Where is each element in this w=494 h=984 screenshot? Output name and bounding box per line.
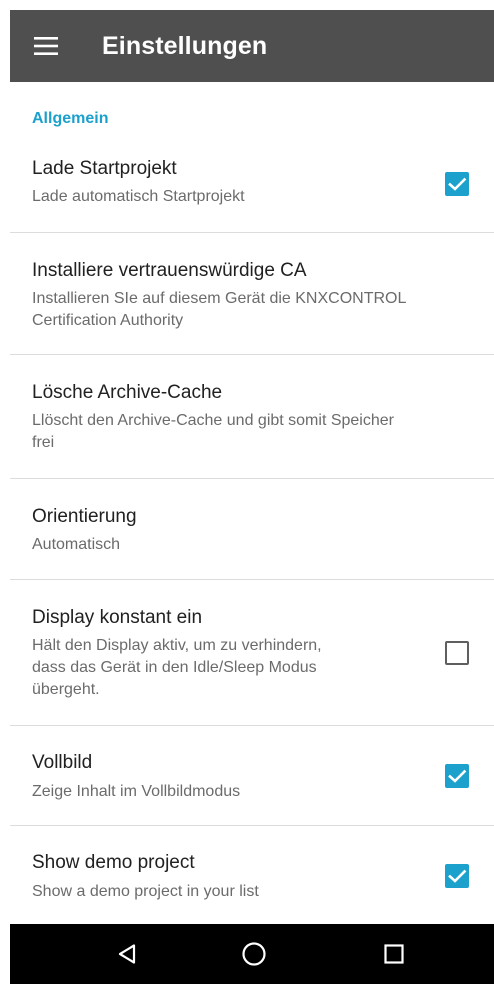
pref-title: Vollbild xyxy=(32,752,93,773)
nav-home-button[interactable] xyxy=(224,924,284,984)
pref-title: Show demo project xyxy=(32,852,195,873)
checkmark-icon xyxy=(448,177,467,191)
hamburger-menu-icon xyxy=(34,37,58,55)
nav-back-button[interactable] xyxy=(98,924,158,984)
checkbox-show-demo-project[interactable] xyxy=(445,864,469,888)
pref-install-trusted-ca[interactable]: Installiere vertrauenswürdige CA Install… xyxy=(0,233,494,354)
page-title: Einstellungen xyxy=(102,31,268,60)
pref-title: Display konstant ein xyxy=(32,607,203,628)
home-circle-icon xyxy=(242,942,266,966)
checkbox-keep-display-on[interactable] xyxy=(445,641,469,665)
checkmark-icon xyxy=(448,869,467,883)
pref-summary: Installieren SIe auf diesem Gerät die KN… xyxy=(32,290,407,329)
navigation-bar xyxy=(10,924,494,984)
status-bar xyxy=(0,0,494,10)
pref-clear-archive-cache[interactable]: Lösche Archive-Cache Llöscht den Archive… xyxy=(0,355,494,478)
pref-summary: Zeige Inhalt im Vollbildmodus xyxy=(32,783,241,800)
pref-keep-display-on[interactable]: Display konstant ein Hält den Display ak… xyxy=(0,580,494,725)
pref-summary: Lade automatisch Startprojekt xyxy=(32,188,245,205)
section-header-general: Allgemein xyxy=(32,110,109,127)
app-bar: Einstellungen xyxy=(10,10,494,82)
pref-summary: Automatisch xyxy=(32,536,121,553)
pref-show-demo-project[interactable]: Show demo project Show a demo project in… xyxy=(0,826,494,924)
pref-summary: Llöscht den Archive-Cache und gibt somit… xyxy=(32,412,394,451)
nav-recents-button[interactable] xyxy=(364,924,424,984)
pref-load-start-project[interactable]: Lade Startprojekt Lade automatisch Start… xyxy=(0,142,494,232)
pref-summary: Hält den Display aktiv, um zu verhindern… xyxy=(32,637,322,698)
pref-fullscreen[interactable]: Vollbild Zeige Inhalt im Vollbildmodus xyxy=(0,726,494,825)
recents-square-icon xyxy=(384,944,404,964)
checkmark-icon xyxy=(448,769,467,783)
menu-button[interactable] xyxy=(10,10,82,82)
pref-title: Lade Startprojekt xyxy=(32,158,177,179)
pref-title: Lösche Archive-Cache xyxy=(32,382,223,403)
pref-title: Installiere vertrauenswürdige CA xyxy=(32,260,307,281)
pref-title: Orientierung xyxy=(32,506,137,527)
back-triangle-icon xyxy=(118,944,136,964)
checkbox-load-start-project[interactable] xyxy=(445,172,469,196)
pref-summary: Show a demo project in your list xyxy=(32,883,259,900)
checkbox-fullscreen[interactable] xyxy=(445,764,469,788)
settings-list[interactable]: Allgemein Lade Startprojekt Lade automat… xyxy=(0,82,494,924)
pref-orientation[interactable]: Orientierung Automatisch xyxy=(0,479,494,579)
